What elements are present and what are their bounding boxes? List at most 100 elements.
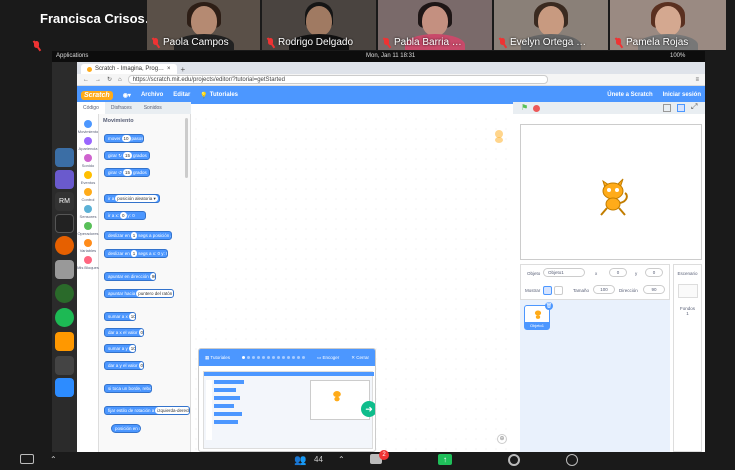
block-input[interactable]: 10: [128, 313, 135, 320]
participant-tile[interactable]: Pabla Barria …: [378, 0, 492, 50]
block-input[interactable]: 10: [128, 345, 135, 352]
join-scratch-link[interactable]: Únete a Scratch: [607, 92, 652, 98]
motion-block[interactable]: mover 10 pasos: [104, 134, 144, 143]
spotify-icon[interactable]: [55, 308, 74, 327]
block-input[interactable]: 1: [130, 250, 138, 257]
menu-tutoriales[interactable]: Tutoriales: [210, 92, 238, 98]
green-flag-icon[interactable]: ⚑: [521, 103, 528, 112]
step-dot[interactable]: [271, 356, 275, 359]
zoom-app-icon[interactable]: [55, 378, 74, 397]
step-dot[interactable]: [286, 356, 290, 359]
url-input[interactable]: https://scratch.mit.edu/projects/editor/…: [127, 75, 548, 84]
tab-costumes[interactable]: Disfraces: [105, 102, 138, 114]
category-control[interactable]: Control: [77, 188, 99, 202]
category-sensores[interactable]: Sensores: [77, 205, 99, 219]
camera-icon[interactable]: [55, 260, 74, 279]
menu-editar[interactable]: Editar: [173, 92, 190, 98]
motion-block[interactable]: girar ↺ 15 grados: [104, 168, 150, 177]
category-apariencia[interactable]: Apariencia: [77, 137, 99, 151]
zoom-in-icon[interactable]: ⊕: [497, 434, 507, 444]
motion-block[interactable]: ir a posición aleatoria ▾: [104, 194, 160, 203]
block-input[interactable]: 0: [138, 362, 143, 369]
stop-icon[interactable]: [533, 105, 540, 112]
block-input[interactable]: posición aleatoria ▾: [115, 195, 158, 202]
palette-scrollbar[interactable]: [185, 118, 188, 178]
step-dot[interactable]: [256, 356, 260, 359]
video-off-icon[interactable]: [20, 454, 34, 464]
new-tab-button[interactable]: +: [177, 65, 186, 74]
step-dot[interactable]: [296, 356, 300, 359]
participant-tile[interactable]: Paola Campos: [147, 0, 260, 50]
tutorial-video-preview[interactable]: [203, 371, 374, 449]
next-step-arrow-icon[interactable]: ➜: [361, 401, 375, 417]
stage-selector-panel[interactable]: Escenario Fondos 1: [673, 264, 702, 452]
delete-sprite-icon[interactable]: 🗑: [545, 302, 553, 310]
category-variables[interactable]: Variables: [77, 239, 99, 253]
language-globe-icon[interactable]: ◉▾: [123, 92, 131, 99]
category-eventos[interactable]: Eventos: [77, 171, 99, 185]
step-dot[interactable]: [251, 356, 255, 359]
close-tab-icon[interactable]: ×: [167, 66, 171, 72]
step-dot[interactable]: [266, 356, 270, 359]
category-movimiento[interactable]: Movimiento: [77, 120, 99, 134]
step-dot[interactable]: [246, 356, 250, 359]
reactions-icon[interactable]: [566, 454, 578, 466]
forward-icon[interactable]: →: [95, 77, 101, 83]
files-icon[interactable]: [55, 148, 74, 167]
terminal-icon[interactable]: [55, 214, 74, 233]
small-stage-icon[interactable]: [663, 104, 671, 112]
motion-block[interactable]: dar a x el valor 0: [104, 328, 144, 337]
sprite-name-input[interactable]: Objeto1: [543, 268, 585, 277]
step-dot[interactable]: [291, 356, 295, 359]
share-screen-icon[interactable]: ↑: [438, 454, 452, 465]
sublime-icon[interactable]: [55, 332, 74, 351]
shrink-button[interactable]: ▭ Encoger: [317, 355, 339, 361]
menu-archivo[interactable]: Archivo: [141, 92, 163, 98]
step-dot[interactable]: [301, 356, 305, 359]
browser-tab[interactable]: Scratch - Imagina, Prog… ×: [81, 64, 177, 74]
record-icon[interactable]: [508, 454, 520, 466]
participants-icon[interactable]: 👥: [294, 455, 306, 466]
participants-caret-icon[interactable]: ⌃: [338, 455, 345, 464]
motion-block[interactable]: fijar estilo de rotación a izquierda-dere…: [104, 406, 190, 415]
tab-sounds[interactable]: Sonidos: [138, 102, 168, 114]
block-input[interactable]: 0: [120, 212, 127, 219]
fullscreen-icon[interactable]: ⤢: [691, 102, 697, 112]
tutorial-card[interactable]: ▦ Tutoriales ▭ Encoger ✕ Cerrar ➜: [198, 348, 376, 452]
size-input[interactable]: 100: [593, 285, 615, 294]
category-operadores[interactable]: Operadores: [77, 222, 99, 236]
motion-block[interactable]: sumar a x 10: [104, 312, 136, 321]
sprite-thumbnail[interactable]: Objeto1 🗑: [524, 302, 553, 330]
block-input[interactable]: 10: [121, 135, 131, 142]
show-visible-toggle[interactable]: [543, 286, 552, 295]
settings-icon[interactable]: [55, 284, 74, 303]
block-input[interactable]: 1: [130, 232, 138, 239]
sign-in-link[interactable]: Iniciar sesión: [663, 92, 701, 98]
video-options-caret-icon[interactable]: ⌃: [50, 455, 57, 464]
participant-tile[interactable]: Evelyn Ortega …: [494, 0, 608, 50]
firefox-icon[interactable]: [55, 236, 74, 255]
step-dot[interactable]: [261, 356, 265, 359]
backdrop-thumbnail[interactable]: [677, 284, 698, 298]
block-input[interactable]: 15: [123, 152, 133, 159]
category-mis-bloques[interactable]: Mis Bloques: [77, 256, 99, 270]
reload-icon[interactable]: ↻: [107, 76, 112, 83]
large-stage-icon[interactable]: [677, 104, 685, 112]
tutorials-button[interactable]: ▦ Tutoriales: [205, 355, 230, 361]
back-icon[interactable]: ←: [83, 77, 89, 83]
motion-block[interactable]: deslizar en1segs a posición aleatoria ▾: [104, 231, 172, 240]
motion-block[interactable]: ir a x: 0 y: 0: [104, 211, 146, 220]
stage-canvas[interactable]: [520, 124, 702, 260]
step-dot[interactable]: [241, 356, 245, 359]
motion-block[interactable]: si toca un borde, rebotar: [104, 384, 152, 393]
motion-block[interactable]: apuntar hacia puntero del ratón ▾: [104, 289, 174, 298]
motion-block[interactable]: deslizar en 1 segs a x: 0 y: 0: [104, 249, 168, 258]
block-input[interactable]: izquierda-derecha ▾: [155, 407, 189, 414]
software-icon[interactable]: [55, 170, 74, 189]
browser-menu-icon[interactable]: ≡: [695, 77, 705, 83]
direction-input[interactable]: 90: [643, 285, 665, 294]
participant-tile[interactable]: Rodrigo Delgado: [262, 0, 376, 50]
motion-block[interactable]: sumar a y 10: [104, 344, 136, 353]
motion-block[interactable]: apuntar en dirección90: [104, 272, 156, 281]
rm-app-icon[interactable]: RM: [55, 192, 74, 211]
